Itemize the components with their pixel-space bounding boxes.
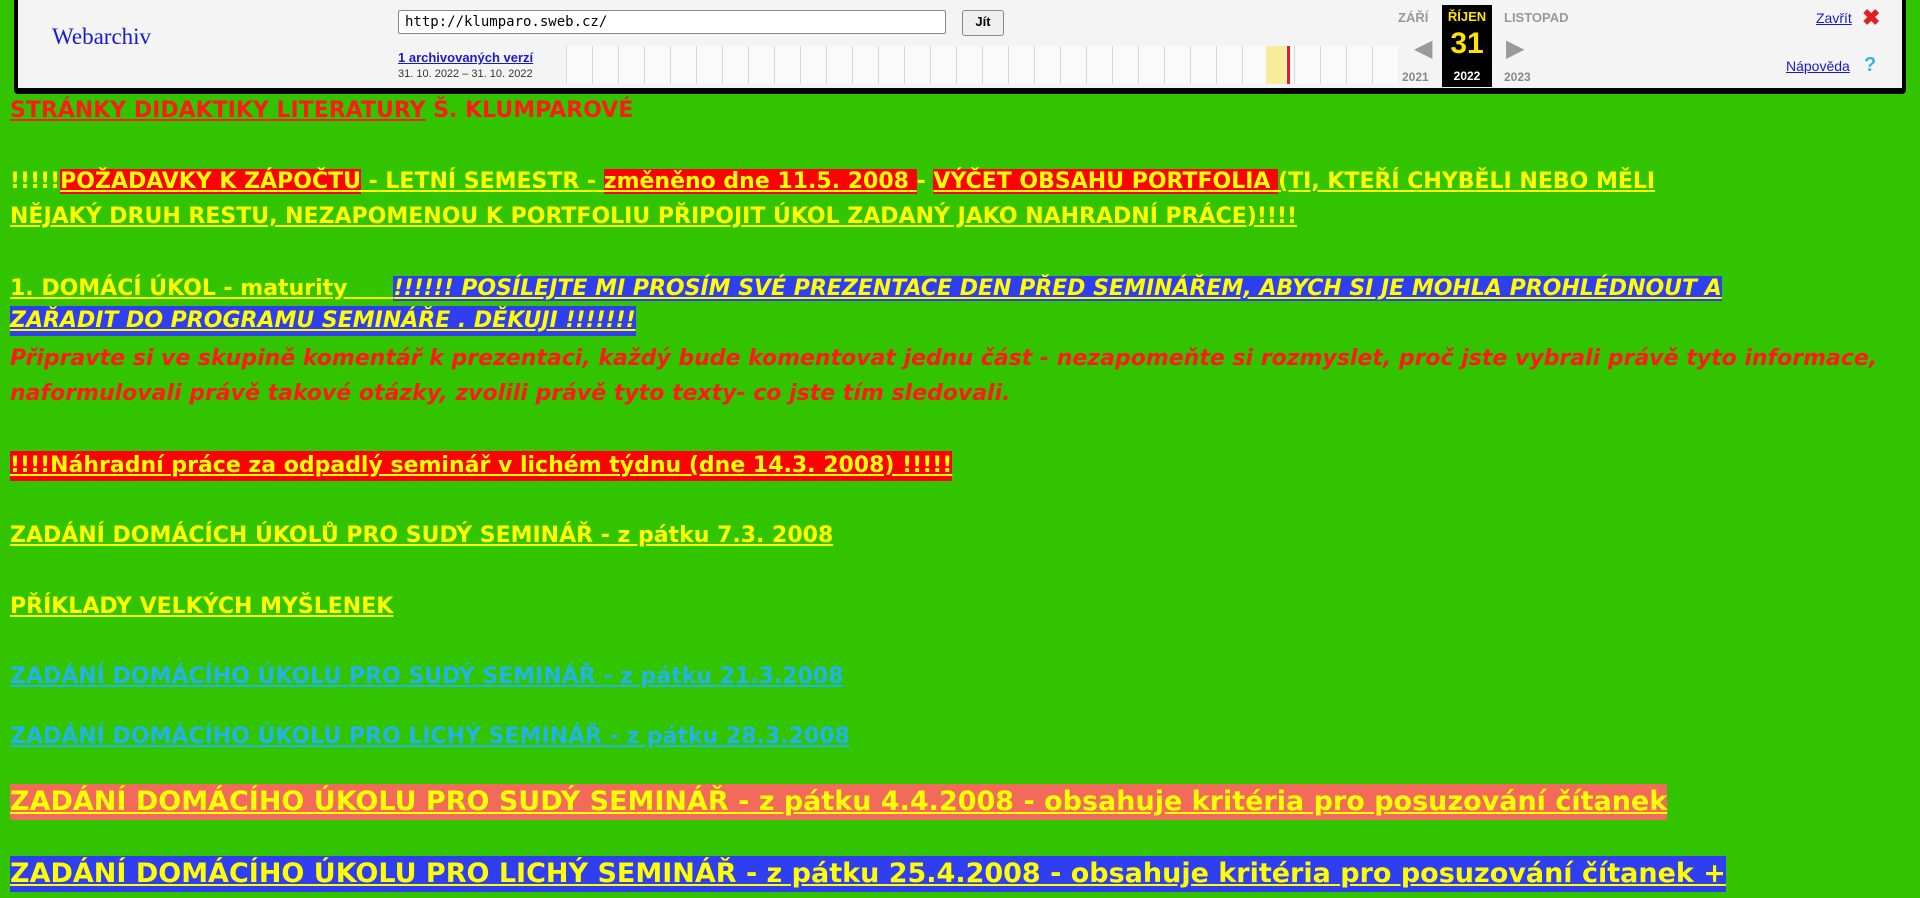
title-author: Š. KLUMPAROVÉ [433, 98, 634, 123]
sparkline-cell [1086, 46, 1112, 84]
archive-date-range: 31. 10. 2022 – 31. 10. 2022 [398, 68, 533, 80]
next-year-label[interactable]: 2023 [1504, 70, 1531, 84]
sparkline-cell [644, 46, 670, 84]
sparkline-cell [1372, 46, 1398, 84]
page-title: STRÁNKY DIDAKTIKY LITERATURY Š. KLUMPARO… [10, 96, 633, 126]
go-button[interactable]: Jít [962, 10, 1004, 36]
sparkline-cell [826, 46, 852, 84]
sparkline-cell [1138, 46, 1164, 84]
prev-month-label[interactable]: ZÁŘÍ [1398, 10, 1428, 25]
sparkline-cell [1320, 46, 1346, 84]
sparkline-cell [1242, 46, 1268, 84]
sparkline-cell [956, 46, 982, 84]
sparkline-cell [670, 46, 696, 84]
sparkline-cell [1216, 46, 1242, 84]
homework-odd-2504-link[interactable]: ZADÁNÍ DOMÁCÍHO ÚKOLU PRO LICHÝ SEMINÁŘ … [10, 856, 1726, 892]
homework-even-0404-link[interactable]: ZADÁNÍ DOMÁCÍHO ÚKOLU PRO SUDÝ SEMINÁŘ -… [10, 784, 1668, 820]
sparkline-cell [878, 46, 904, 84]
sparkline-current-period [1266, 46, 1286, 84]
homework1-instructions-1: Připravte si ve skupině komentář k preze… [10, 346, 1878, 371]
requirements-link[interactable]: POŽADAVKY K ZÁPOČTU [60, 169, 361, 194]
homework1-line-1: 1. DOMÁCÍ ÚKOL - maturity !!!!!! POSÍLEJ… [10, 274, 1722, 304]
sparkline-cell [930, 46, 956, 84]
sparkline-cell [1346, 46, 1372, 84]
sparkline-cell [696, 46, 722, 84]
close-icon[interactable]: ✖ [1862, 5, 1880, 31]
replacement-work-link[interactable]: !!!!Náhradní práce za odpadlý seminář v … [10, 451, 953, 481]
sparkline-cell [904, 46, 930, 84]
sparkline-cell [800, 46, 826, 84]
requirements-line-2[interactable]: NĚJAKÝ DRUH RESTU, NEZAPOMENOU K PORTFOL… [10, 202, 1297, 232]
sparkline-cell [774, 46, 800, 84]
sparkline-cell [1294, 46, 1320, 84]
homework1-instructions-2: naformulovali právě takové otázky, zvoli… [10, 381, 1011, 406]
current-month: ŘÍJEN [1447, 9, 1487, 24]
webarchiv-toolbar: Webarchiv http://klumparo.sweb.cz/ Jít 1… [18, 0, 1902, 88]
chevron-left-icon[interactable]: ◀ [1414, 34, 1432, 63]
sparkline-cell [1112, 46, 1138, 84]
webarchiv-logo-link[interactable]: Webarchiv [52, 24, 151, 50]
help-link[interactable]: Nápověda [1786, 58, 1850, 74]
req-mid[interactable]: - LETNÍ SEMESTR - [361, 169, 604, 194]
archived-versions-link[interactable]: 1 archivovaných verzí [398, 50, 533, 65]
req-changed[interactable]: změněno dne 11.5. 2008 [603, 169, 917, 194]
examples-link[interactable]: PŘÍKLADY VELKÝCH MYŠLENEK [10, 592, 393, 622]
url-input[interactable]: http://klumparo.sweb.cz/ [398, 10, 946, 34]
homework1-link[interactable]: 1. DOMÁCÍ ÚKOL - maturity [10, 276, 393, 301]
title-link[interactable]: STRÁNKY DIDAKTIKY LITERATURY [10, 98, 426, 123]
portfolio-link[interactable]: VÝČET OBSAHU PORTFOLIA [933, 169, 1279, 194]
sparkline-cell [1164, 46, 1190, 84]
homework-odd-2803-link[interactable]: ZADÁNÍ DOMÁCÍHO ÚKOLU PRO LICHÝ SEMINÁŘ … [10, 722, 850, 752]
sparkline-cell [1190, 46, 1216, 84]
homework1-note-2[interactable]: ZAŘADIT DO PROGRAMU SEMINÁŘE . DĚKUJI !!… [10, 306, 636, 336]
current-day: 31 [1450, 27, 1484, 60]
req-dash: - [916, 169, 934, 194]
sparkline-cell [722, 46, 748, 84]
sparkline-cell [748, 46, 774, 84]
homework1-note[interactable]: !!!!!! POSÍLEJTE MI PROSÍM SVÉ PREZENTAC… [393, 276, 1722, 301]
chevron-right-icon[interactable]: ▶ [1506, 34, 1524, 63]
current-date-box: ŘÍJEN 31 2022 [1442, 5, 1492, 87]
sparkline-cell [852, 46, 878, 84]
sparkline-cell [592, 46, 618, 84]
requirements-line-1: !!!!!POŽADAVKY K ZÁPOČTU - LETNÍ SEMESTR… [10, 167, 1655, 197]
sparkline-cell [1034, 46, 1060, 84]
prev-year-label[interactable]: 2021 [1402, 70, 1429, 84]
req-prefix: !!!!! [10, 169, 61, 194]
current-year: 2022 [1453, 69, 1481, 83]
sparkline-cell [1008, 46, 1034, 84]
next-month-label[interactable]: LISTOPAD [1504, 10, 1569, 25]
sparkline-cell [1060, 46, 1086, 84]
homework-even-2103-link[interactable]: ZADÁNÍ DOMÁCÍHO ÚKOLU PRO SUDÝ SEMINÁŘ -… [10, 662, 843, 692]
req-note[interactable]: (TI, KTEŘÍ CHYBĚLI NEBO MĚLI [1278, 169, 1655, 194]
help-icon[interactable]: ? [1864, 54, 1876, 77]
sparkline-capture-mark[interactable] [1287, 46, 1290, 84]
close-link[interactable]: Zavřít [1816, 10, 1852, 26]
homework-even-0703-link[interactable]: ZADÁNÍ DOMÁCÍCH ÚKOLŮ PRO SUDÝ SEMINÁŘ -… [10, 521, 833, 551]
sparkline-cell [982, 46, 1008, 84]
sparkline-cell [618, 46, 644, 84]
sparkline-cell [566, 46, 592, 84]
